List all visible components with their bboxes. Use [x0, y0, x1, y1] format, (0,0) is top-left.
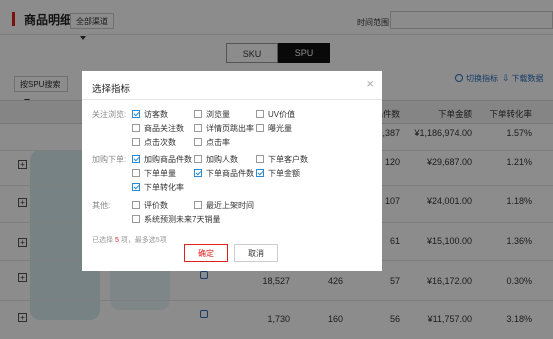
- confirm-button[interactable]: 确定: [184, 244, 228, 262]
- metric-checkbox[interactable]: 加购商品件数: [132, 154, 192, 165]
- metric-checkbox[interactable]: 下单转化率: [132, 182, 184, 193]
- select-metrics-dialog: 选择指标 × 关注浏览: 访客数 浏览量 UV价值 商品关注数 详情页跳出率 曝…: [82, 71, 382, 271]
- metric-checkbox[interactable]: 下单金额: [256, 168, 300, 179]
- checkbox-checked-icon: [132, 183, 140, 191]
- checkbox-icon: [256, 155, 264, 163]
- dialog-title: 选择指标: [92, 84, 131, 95]
- group-label-browse: 关注浏览:: [92, 110, 127, 119]
- metric-checkbox[interactable]: 最近上架时间: [194, 200, 254, 211]
- checkbox-icon: [194, 110, 202, 118]
- metric-checkbox[interactable]: 访客数: [132, 109, 168, 120]
- checkbox-icon: [132, 138, 140, 146]
- checkbox-icon: [132, 124, 140, 132]
- checkbox-checked-icon: [256, 169, 264, 177]
- checkbox-checked-icon: [132, 110, 140, 118]
- group-label-other: 其他:: [92, 201, 111, 210]
- metric-checkbox[interactable]: 下单单量: [132, 168, 176, 179]
- checkbox-checked-icon: [194, 169, 202, 177]
- metric-checkbox[interactable]: 曝光量: [256, 123, 292, 134]
- metric-checkbox[interactable]: 浏览量: [194, 109, 230, 120]
- checkbox-icon: [132, 169, 140, 177]
- close-icon[interactable]: ×: [366, 77, 374, 90]
- metric-checkbox[interactable]: 下单商品件数: [194, 168, 254, 179]
- dialog-divider: [82, 99, 382, 100]
- metric-checkbox[interactable]: 详情页跳出率: [194, 123, 254, 134]
- metric-checkbox[interactable]: 系统预测未来7天销量: [132, 214, 220, 225]
- metric-checkbox[interactable]: 点击率: [194, 137, 230, 148]
- metric-checkbox[interactable]: 点击次数: [132, 137, 176, 148]
- metric-checkbox[interactable]: 加购人数: [194, 154, 238, 165]
- checkbox-icon: [194, 124, 202, 132]
- checkbox-icon: [194, 138, 202, 146]
- checkbox-icon: [256, 124, 264, 132]
- metric-checkbox[interactable]: 评价数: [132, 200, 168, 211]
- checkbox-icon: [194, 201, 202, 209]
- metric-checkbox[interactable]: 下单客户数: [256, 154, 308, 165]
- checkbox-icon: [256, 110, 264, 118]
- metric-checkbox[interactable]: UV价值: [256, 109, 295, 120]
- metric-checkbox[interactable]: 商品关注数: [132, 123, 184, 134]
- group-label-cart: 加购下单:: [92, 155, 127, 164]
- checkbox-icon: [132, 201, 140, 209]
- checkbox-icon: [132, 215, 140, 223]
- checkbox-icon: [194, 155, 202, 163]
- cancel-button[interactable]: 取消: [234, 244, 278, 262]
- checkbox-checked-icon: [132, 155, 140, 163]
- selected-count-text: 已选择 5 项，最多选5项: [92, 237, 167, 244]
